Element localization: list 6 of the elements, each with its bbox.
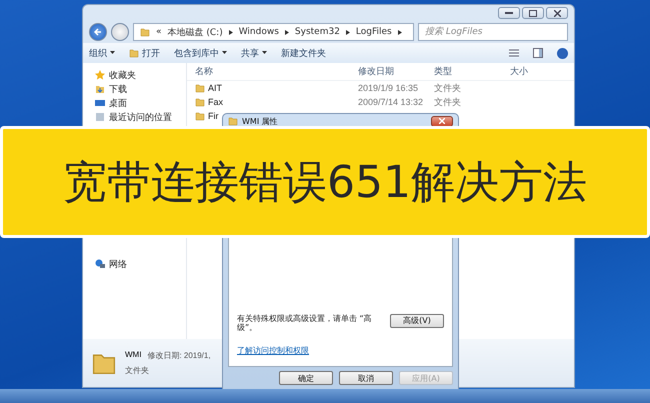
title-banner: 宽带连接错误651解决方法 [0, 126, 650, 238]
dialog-title: WMI 属性 [242, 116, 278, 126]
modified-date: 修改日期: 2019/1, [147, 350, 211, 361]
file-type: 文件夹 [125, 365, 150, 376]
advanced-settings-note: 有关特殊权限或高级设置，请单击 “高级”。 [237, 314, 373, 333]
file-name: WMI [125, 350, 142, 361]
